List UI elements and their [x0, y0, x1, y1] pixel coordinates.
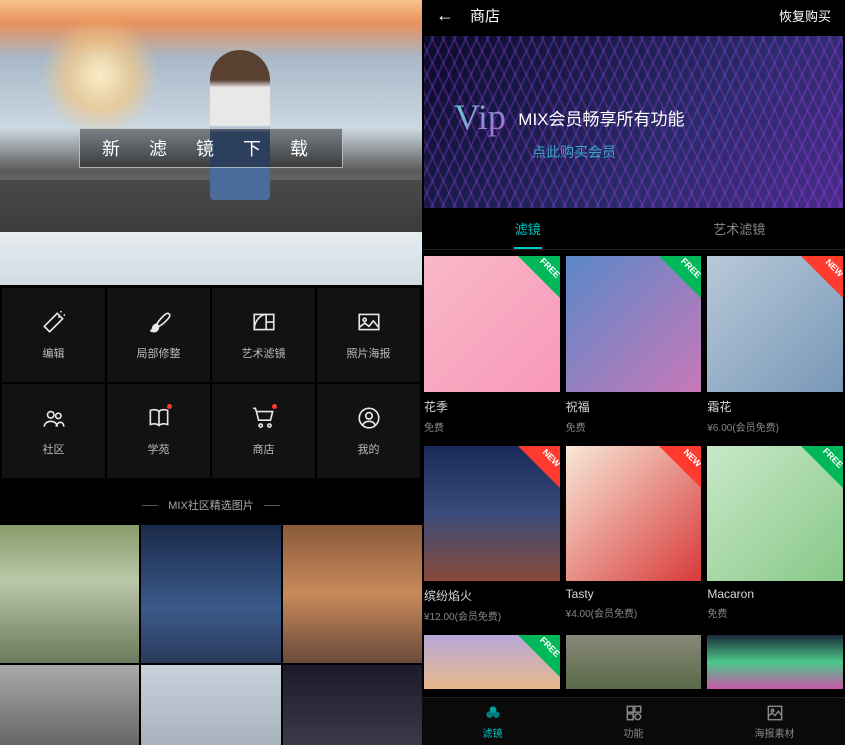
- brush-icon: [146, 309, 172, 335]
- people-icon: [41, 405, 67, 431]
- shop-header: ← 商店 恢复购买: [422, 0, 845, 30]
- tool-edit[interactable]: 编辑: [2, 288, 105, 382]
- tool-community[interactable]: 社区: [2, 384, 105, 478]
- tool-art-filter[interactable]: 艺术滤镜: [212, 288, 315, 382]
- new-badge: NEW: [518, 446, 560, 488]
- restore-purchase-button[interactable]: 恢复购买: [779, 6, 831, 25]
- vip-logo: Vip: [454, 96, 506, 138]
- free-badge: FREE: [518, 635, 560, 677]
- wand-icon: [41, 309, 67, 335]
- filter-card[interactable]: NEW 霜花 ¥6.00(会员免费): [707, 256, 843, 442]
- golden-ratio-icon: [251, 309, 277, 335]
- filter-card[interactable]: NEW Tasty ¥4.00(会员免费): [566, 446, 702, 632]
- image-icon: [356, 309, 382, 335]
- shop-title: 商店: [470, 5, 779, 26]
- tab-filters[interactable]: 滤镜: [422, 208, 634, 249]
- tool-grid: 编辑 局部修整 艺术滤镜 照片海报 社区 学苑 商店: [0, 285, 422, 481]
- tab-art-filters[interactable]: 艺术滤镜: [634, 208, 845, 249]
- gallery-item[interactable]: [141, 665, 280, 745]
- filter-card[interactable]: FREE 花季 免费: [424, 256, 560, 442]
- notification-dot: [167, 404, 172, 409]
- tool-profile[interactable]: 我的: [317, 384, 420, 478]
- shop-screen: ← 商店 恢复购买 Vip MIX会员畅享所有功能 点此购买会员 滤镜 艺术滤镜…: [422, 0, 845, 745]
- vip-sub-text: 点此购买会员: [532, 142, 685, 162]
- tool-shop[interactable]: 商店: [212, 384, 315, 478]
- gallery-item[interactable]: [283, 665, 422, 745]
- hero-label: 新 滤 镜 下 载: [79, 128, 343, 168]
- gallery-item[interactable]: [141, 525, 280, 663]
- nav-poster-assets[interactable]: 海报素材: [704, 698, 845, 745]
- tool-poster[interactable]: 照片海报: [317, 288, 420, 382]
- nav-filters[interactable]: 滤镜: [422, 698, 563, 745]
- new-badge: NEW: [659, 446, 701, 488]
- filter-card[interactable]: FREE Macaron 免费: [707, 446, 843, 632]
- tool-academy[interactable]: 学苑: [107, 384, 210, 478]
- back-icon[interactable]: ←: [436, 5, 454, 26]
- filter-card[interactable]: [707, 635, 843, 697]
- grid-icon: [624, 703, 644, 723]
- picture-icon: [765, 703, 785, 723]
- vip-banner[interactable]: Vip MIX会员畅享所有功能 点此购买会员: [424, 36, 843, 208]
- filter-grid: FREE 花季 免费 FREE 祝福 免费 NEW 霜花 ¥6.00(会员免费)…: [422, 250, 845, 697]
- hero-banner[interactable]: 新 滤 镜 下 载: [0, 0, 422, 285]
- free-badge: FREE: [518, 256, 560, 298]
- filter-card[interactable]: FREE 祝福 免费: [566, 256, 702, 442]
- gallery-item[interactable]: [0, 525, 139, 663]
- book-icon: [146, 405, 172, 431]
- nav-features[interactable]: 功能: [563, 698, 704, 745]
- gallery-item[interactable]: [0, 665, 139, 745]
- person-icon: [356, 405, 382, 431]
- section-title: MIX社区精选图片: [0, 481, 422, 525]
- shop-tabs: 滤镜 艺术滤镜: [422, 208, 845, 250]
- free-badge: FREE: [659, 256, 701, 298]
- tool-retouch[interactable]: 局部修整: [107, 288, 210, 382]
- community-gallery: [0, 525, 422, 745]
- cart-icon: [251, 405, 277, 431]
- free-badge: FREE: [801, 446, 843, 488]
- filter-card[interactable]: NEW 缤纷焰火 ¥12.00(会员免费): [424, 446, 560, 632]
- home-screen: 新 滤 镜 下 载 编辑 局部修整 艺术滤镜 照片海报 社区 学苑: [0, 0, 422, 745]
- filters-icon: [483, 703, 503, 723]
- gallery-item[interactable]: [283, 525, 422, 663]
- notification-dot: [272, 404, 277, 409]
- new-badge: NEW: [801, 256, 843, 298]
- filter-card[interactable]: [566, 635, 702, 697]
- filter-card[interactable]: FREE: [424, 635, 560, 697]
- bottom-nav: 滤镜 功能 海报素材: [422, 697, 845, 745]
- vip-main-text: MIX会员畅享所有功能: [518, 105, 684, 130]
